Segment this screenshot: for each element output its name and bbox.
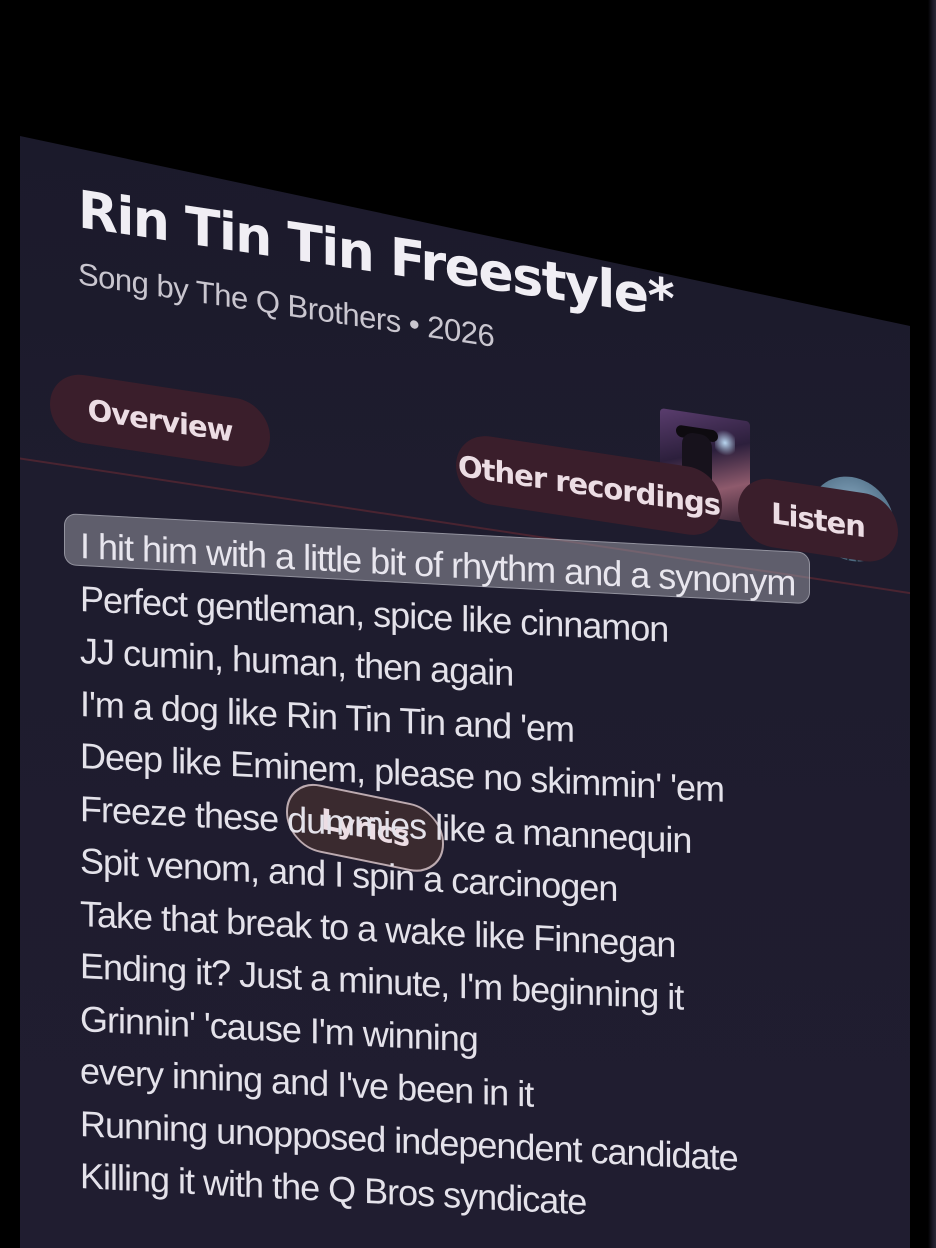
- screen-edge: [928, 0, 936, 1248]
- light-glow: [715, 426, 735, 460]
- tab-overview[interactable]: Overview: [50, 370, 270, 472]
- song-panel: Rin Tin Tin Freestyle* Song by The Q Bro…: [20, 136, 910, 1248]
- lyrics-list: I hit him with a little bit of rhythm an…: [64, 513, 910, 1247]
